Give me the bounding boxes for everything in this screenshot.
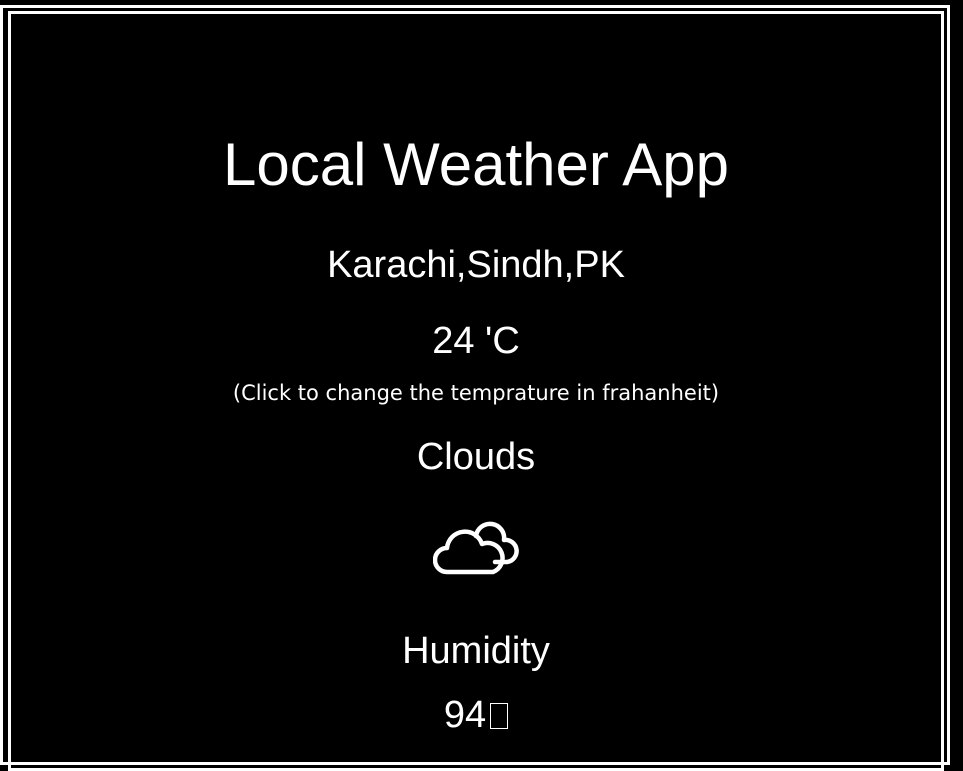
location-text: Karachi,Sindh,PK — [327, 244, 625, 286]
temperature-toggle[interactable]: 24 'C — [8, 318, 944, 364]
missing-glyph-icon — [490, 703, 509, 729]
humidity-number: 94 — [443, 694, 487, 736]
humidity-value: 94 — [8, 692, 944, 738]
humidity-label: Humidity — [402, 630, 550, 672]
page-title: Local Weather App — [223, 131, 729, 198]
weather-condition: Clouds — [416, 436, 536, 478]
temperature-hint: (Click to change the temprature in fraha… — [232, 381, 720, 405]
cloud-icon — [433, 521, 519, 575]
